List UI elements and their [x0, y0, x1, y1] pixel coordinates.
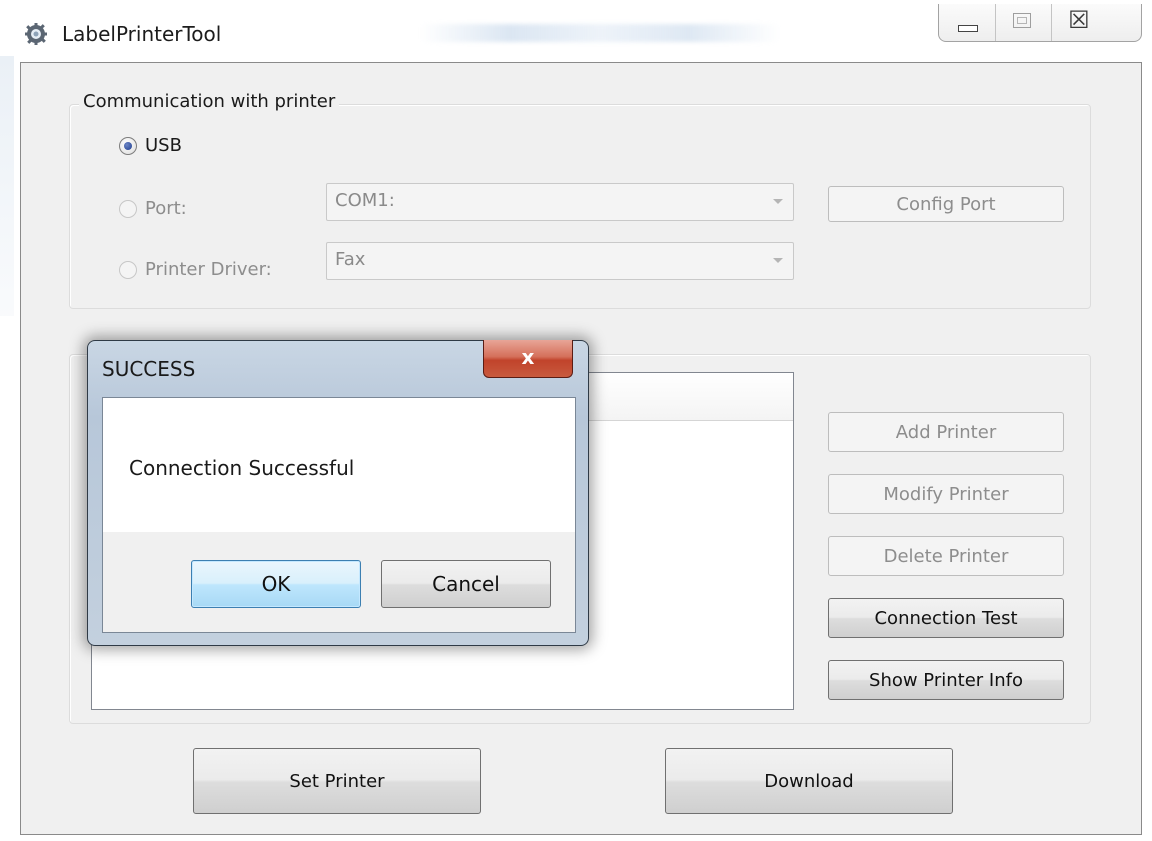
ok-button[interactable]: OK — [191, 560, 361, 608]
printer-driver-radio[interactable] — [119, 260, 137, 279]
printer-driver-select[interactable]: Fax — [326, 242, 794, 280]
download-button[interactable]: Download — [665, 748, 953, 814]
usb-radio[interactable] — [119, 136, 137, 155]
port-radio[interactable] — [119, 199, 137, 218]
chevron-down-icon — [773, 258, 783, 263]
cancel-button[interactable]: Cancel — [381, 560, 551, 608]
printer-driver-select-value: Fax — [335, 249, 366, 270]
download-label: Download — [764, 770, 854, 792]
show-printer-info-button[interactable]: Show Printer Info — [828, 660, 1064, 700]
title-bar[interactable]: LabelPrinterTool ☒ — [0, 0, 1152, 62]
port-radio-option[interactable]: Port: — [119, 198, 187, 219]
chevron-down-icon — [773, 199, 783, 204]
add-printer-button[interactable]: Add Printer — [828, 412, 1064, 452]
show-printer-info-label: Show Printer Info — [869, 669, 1023, 691]
modify-printer-label: Modify Printer — [883, 483, 1009, 505]
dialog-message: Connection Successful — [129, 456, 355, 480]
dialog-title: SUCCESS — [102, 357, 196, 381]
app-window: LabelPrinterTool ☒ Communication with pr… — [0, 0, 1152, 841]
maximize-button[interactable] — [996, 4, 1053, 41]
minimize-button[interactable] — [939, 4, 996, 41]
close-window-button[interactable]: ☒ — [1052, 4, 1141, 41]
background-window-edge — [0, 56, 14, 316]
success-dialog: SUCCESS x Connection Successful OK Cance… — [87, 340, 589, 646]
blurred-background-region — [420, 24, 780, 42]
config-port-label: Config Port — [896, 193, 996, 215]
port-select-value: COM1: — [335, 190, 395, 211]
cancel-label: Cancel — [432, 572, 500, 596]
usb-radio-option[interactable]: USB — [119, 135, 182, 156]
printer-driver-label: Printer Driver: — [145, 259, 272, 280]
set-printer-label: Set Printer — [289, 770, 385, 792]
connection-test-button[interactable]: Connection Test — [828, 598, 1064, 638]
usb-label: USB — [145, 135, 182, 156]
window-title: LabelPrinterTool — [62, 22, 222, 46]
dialog-close-button[interactable]: x — [483, 340, 573, 378]
add-printer-label: Add Printer — [895, 421, 997, 443]
dialog-body: Connection Successful OK Cancel — [102, 397, 576, 633]
dialog-message-area: Connection Successful — [103, 398, 575, 532]
connection-test-label: Connection Test — [874, 607, 1018, 629]
close-icon: x — [521, 345, 535, 369]
communication-group-label: Communication with printer — [79, 91, 340, 112]
port-label: Port: — [145, 198, 187, 219]
modify-printer-button[interactable]: Modify Printer — [828, 474, 1064, 514]
delete-printer-button[interactable]: Delete Printer — [828, 536, 1064, 576]
caption-buttons: ☒ — [938, 4, 1142, 42]
set-printer-button[interactable]: Set Printer — [193, 748, 481, 814]
config-port-button[interactable]: Config Port — [828, 186, 1064, 222]
printer-driver-radio-option[interactable]: Printer Driver: — [119, 259, 272, 280]
port-select[interactable]: COM1: — [326, 183, 794, 221]
gear-icon — [25, 23, 47, 45]
delete-printer-label: Delete Printer — [883, 545, 1009, 567]
ok-label: OK — [261, 572, 291, 596]
close-icon: ☒ — [1068, 6, 1090, 34]
